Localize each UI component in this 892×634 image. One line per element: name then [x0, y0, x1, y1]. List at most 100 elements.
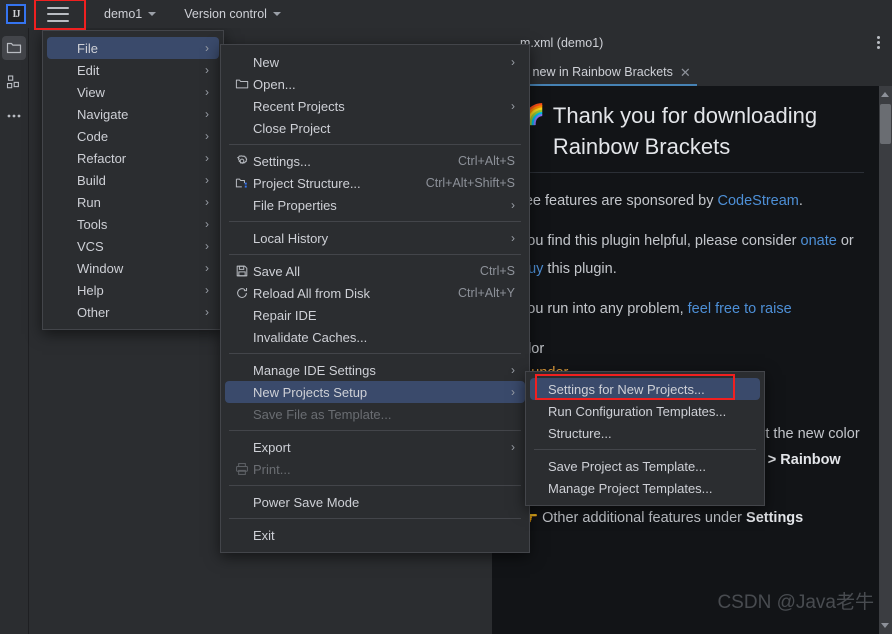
chevron-right-icon: ›	[511, 231, 515, 245]
menu-item-local-history[interactable]: Local History ›	[225, 227, 525, 249]
chevron-right-icon: ›	[205, 85, 209, 99]
menu-item-new[interactable]: New ›	[225, 51, 525, 73]
main-menu-popup: File › Edit › View › Navigate › Code › Refactor › Bu…	[42, 30, 224, 330]
menu-item-exit[interactable]: Exit	[225, 524, 525, 546]
menu-item-tools[interactable]: Tools ›	[47, 213, 219, 235]
project-selector[interactable]: demo1	[98, 4, 162, 24]
chevron-right-icon: ›	[205, 217, 209, 231]
editor-file-bar: m.xml (demo1)	[492, 28, 892, 59]
hamburger-menu-icon[interactable]	[47, 6, 69, 22]
print-icon	[236, 463, 248, 475]
print-icon	[235, 462, 253, 476]
menu-item-view[interactable]: View ›	[47, 81, 219, 103]
close-icon[interactable]: ✕	[680, 66, 691, 79]
more-vertical-icon[interactable]	[877, 36, 880, 49]
tab-label: at's new in Rainbow Brackets	[510, 65, 673, 79]
bullet2-text: Other additional features under	[542, 510, 747, 526]
editor-file-label: m.xml (demo1)	[520, 36, 604, 50]
chevron-down-icon	[272, 12, 281, 16]
menu-item-project-structure[interactable]: Project Structure... Ctrl+Alt+Shift+S	[225, 172, 525, 194]
menu-item-vcs[interactable]: VCS ›	[47, 235, 219, 257]
menu-item-save-all[interactable]: Save All Ctrl+S	[225, 260, 525, 282]
editor-area: m.xml (demo1) at's new in Rainbow Bracke…	[492, 28, 892, 634]
scroll-up-arrow-icon[interactable]	[881, 92, 889, 97]
menu-item-label: Edit	[77, 62, 100, 78]
menu-item-code[interactable]: Code ›	[47, 125, 219, 147]
menu-item-build[interactable]: Build ›	[47, 169, 219, 191]
menu-item-label: View	[77, 84, 105, 100]
menu-item-file-properties[interactable]: File Properties ›	[225, 194, 525, 216]
menu-item-reload-all-from-disk[interactable]: Reload All from Disk Ctrl+Alt+Y	[225, 282, 525, 304]
menu-item-save-project-as-template[interactable]: Save Project as Template...	[530, 455, 760, 477]
menu-item-other[interactable]: Other ›	[47, 301, 219, 323]
menu-item-recent-projects[interactable]: Recent Projects ›	[225, 95, 525, 117]
menu-item-navigate[interactable]: Navigate ›	[47, 103, 219, 125]
sidebar-item-structure[interactable]	[2, 70, 26, 94]
chevron-right-icon: ›	[511, 55, 515, 69]
donate-text-post: this plugin.	[543, 261, 617, 277]
menu-item-edit[interactable]: Edit ›	[47, 59, 219, 81]
menu-item-run[interactable]: Run ›	[47, 191, 219, 213]
whats-new-heading-text: Thank you for downloading Rainbow Bracke…	[552, 103, 818, 159]
menu-item-label: Tools	[77, 216, 108, 232]
menu-item-repair-ide[interactable]: Repair IDE	[225, 304, 525, 326]
menu-item-open[interactable]: Open...	[225, 73, 525, 95]
menu-separator	[229, 485, 521, 486]
whats-new-heading: 🌈 Thank you for downloading Rainbow Brac…	[520, 100, 864, 162]
menu-item-save-file-as-template: Save File as Template...	[225, 403, 525, 425]
bullet-other-features: 👉 Other additional features under Settin…	[520, 505, 864, 531]
menu-item-window[interactable]: Window ›	[47, 257, 219, 279]
title-bar: IJ demo1 Version control	[0, 0, 892, 30]
menu-item-invalidate-caches[interactable]: Invalidate Caches...	[225, 326, 525, 348]
raise-issue-link[interactable]: feel free to raise	[688, 301, 792, 317]
gear-icon	[237, 155, 248, 164]
sidebar-item-project[interactable]	[2, 36, 26, 60]
editor-vertical-scrollbar[interactable]	[879, 86, 892, 634]
menu-item-export[interactable]: Export ›	[225, 436, 525, 458]
scroll-down-arrow-icon[interactable]	[881, 623, 889, 628]
main-menu-button[interactable]	[34, 0, 86, 30]
structure-icon	[6, 75, 19, 89]
chevron-right-icon: ›	[205, 129, 209, 143]
menu-item-shortcut: Ctrl+Alt+Y	[458, 286, 515, 300]
codestream-link[interactable]: CodeStream	[717, 193, 798, 209]
menu-item-manage-ide-settings[interactable]: Manage IDE Settings ›	[225, 359, 525, 381]
menu-item-help[interactable]: Help ›	[47, 279, 219, 301]
menu-item-new-projects-setup[interactable]: New Projects Setup ›	[225, 381, 525, 403]
donate-link[interactable]: onate	[801, 233, 837, 249]
whats-new-content: 🌈 Thank you for downloading Rainbow Brac…	[492, 86, 892, 634]
menu-item-manage-project-templates[interactable]: Manage Project Templates...	[530, 477, 760, 499]
sponsor-paragraph: ree features are sponsored by CodeStream…	[520, 187, 864, 215]
menu-item-label: Open...	[253, 76, 296, 92]
menu-item-refactor[interactable]: Refactor ›	[47, 147, 219, 169]
project-structure-icon	[235, 178, 247, 188]
menu-item-label: Project Structure...	[253, 175, 361, 191]
chevron-right-icon: ›	[205, 305, 209, 319]
refresh-icon	[235, 286, 253, 300]
chevron-right-icon: ›	[511, 363, 515, 377]
folder-icon	[235, 77, 253, 91]
menu-item-label: Invalidate Caches...	[253, 329, 368, 345]
menu-item-close-project[interactable]: Close Project	[225, 117, 525, 139]
menu-item-label: Help	[77, 282, 104, 298]
menu-separator	[229, 144, 521, 145]
menu-item-label: Manage IDE Settings	[253, 362, 376, 378]
menu-item-structure[interactable]: Structure...	[530, 422, 760, 444]
menu-item-run-configuration-templates[interactable]: Run Configuration Templates...	[530, 400, 760, 422]
sidebar-item-more[interactable]	[2, 104, 26, 128]
refresh-icon	[237, 288, 248, 298]
save-icon	[235, 264, 253, 278]
menu-item-settings-for-new-projects[interactable]: Settings for New Projects...	[530, 378, 760, 400]
menu-item-settings[interactable]: Settings... Ctrl+Alt+S	[225, 150, 525, 172]
chevron-right-icon: ›	[205, 261, 209, 275]
divider	[520, 172, 864, 173]
menu-item-file[interactable]: File ›	[47, 37, 219, 59]
chevron-right-icon: ›	[205, 41, 209, 55]
chevron-right-icon: ›	[205, 195, 209, 209]
version-control-selector[interactable]: Version control	[178, 4, 287, 24]
menu-item-power-save-mode[interactable]: Power Save Mode	[225, 491, 525, 513]
occluded-text-color: olor	[520, 335, 864, 359]
scrollbar-thumb[interactable]	[880, 104, 891, 144]
menu-item-label: Recent Projects	[253, 98, 345, 114]
new-projects-setup-submenu-popup: Settings for New Projects... Run Configur…	[525, 371, 765, 506]
